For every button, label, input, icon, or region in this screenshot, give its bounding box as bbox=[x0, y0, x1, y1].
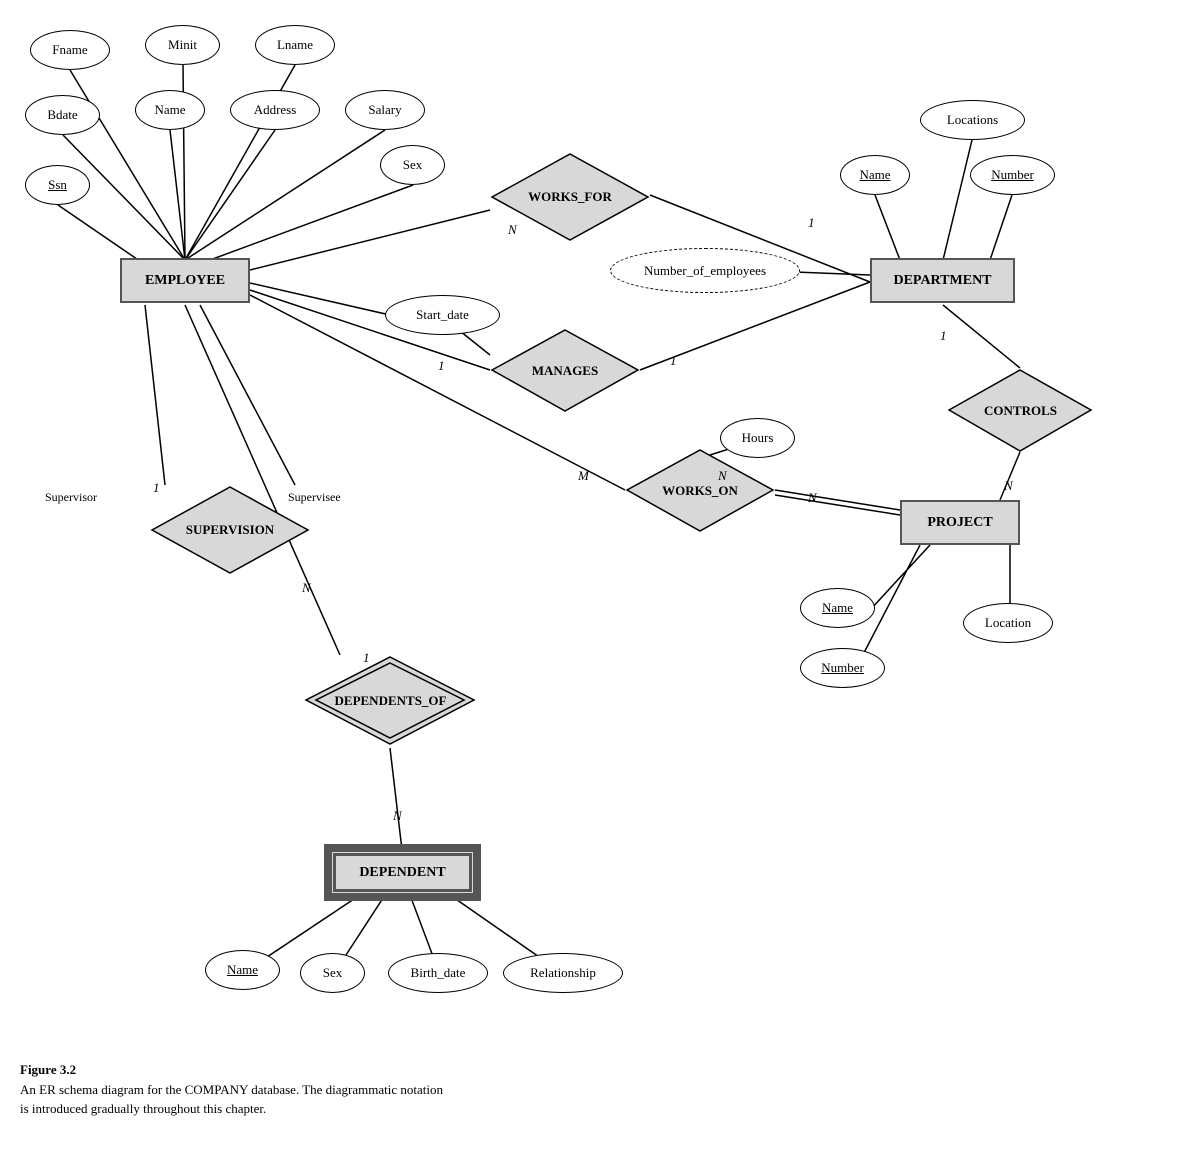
name-dep-attribute: Name bbox=[205, 950, 280, 990]
supervisee-label: Supervisee bbox=[288, 490, 341, 505]
lname-attribute: Lname bbox=[255, 25, 335, 65]
bdate-attribute: Bdate bbox=[25, 95, 100, 135]
minit-attribute: Minit bbox=[145, 25, 220, 65]
figure-label: Figure 3.2 bbox=[20, 1062, 76, 1077]
relationship-attribute: Relationship bbox=[503, 953, 623, 993]
address-attribute: Address bbox=[230, 90, 320, 130]
caption-line2: is introduced gradually throughout this … bbox=[20, 1099, 443, 1119]
controls-label: CONTROLS bbox=[984, 403, 1057, 419]
works-for-label: WORKS_FOR bbox=[528, 189, 612, 205]
project-label: PROJECT bbox=[927, 515, 992, 531]
number-dept-attribute: Number bbox=[970, 155, 1055, 195]
controls-relationship: CONTROLS bbox=[948, 368, 1093, 453]
caption-line1: An ER schema diagram for the COMPANY dat… bbox=[20, 1080, 443, 1100]
name-dept-attribute: Name bbox=[840, 155, 910, 195]
manages-label: MANAGES bbox=[532, 363, 598, 379]
hours-attribute: Hours bbox=[720, 418, 795, 458]
figure-caption: Figure 3.2 An ER schema diagram for the … bbox=[20, 1060, 443, 1080]
name-emp-attribute: Name bbox=[135, 90, 205, 130]
cardinality-1-controls: 1 bbox=[940, 328, 947, 344]
dependents-of-relationship: DEPENDENTS_OF bbox=[303, 653, 478, 748]
cardinality-n-supervision: N bbox=[302, 580, 311, 596]
cardinality-n-dependent: N bbox=[393, 808, 402, 824]
sex-emp-attribute: Sex bbox=[380, 145, 445, 185]
number-proj-attribute: Number bbox=[800, 648, 885, 688]
works-on-label: WORKS_ON bbox=[662, 483, 738, 499]
dependent-label: DEPENDENT bbox=[359, 865, 445, 881]
cardinality-1-works-for: 1 bbox=[808, 215, 815, 231]
project-entity: PROJECT bbox=[900, 500, 1020, 545]
supervisor-label: Supervisor bbox=[45, 490, 97, 505]
department-label: DEPARTMENT bbox=[893, 273, 991, 289]
supervision-relationship: SUPERVISION bbox=[150, 485, 310, 575]
locations-attribute: Locations bbox=[920, 100, 1025, 140]
fname-attribute: Fname bbox=[30, 30, 110, 70]
dependents-of-label: DEPENDENTS_OF bbox=[335, 693, 447, 709]
cardinality-m-works-on: M bbox=[578, 468, 589, 484]
cardinality-1-supervision: 1 bbox=[153, 480, 160, 496]
employee-label: EMPLOYEE bbox=[145, 273, 225, 289]
cardinality-n-controls: N bbox=[1004, 478, 1013, 494]
dependent-entity: DEPENDENT bbox=[330, 850, 475, 895]
manages-relationship: MANAGES bbox=[490, 328, 640, 413]
name-proj-attribute: Name bbox=[800, 588, 875, 628]
er-diagram: EMPLOYEE DEPARTMENT PROJECT DEPENDENT WO… bbox=[0, 0, 1201, 1100]
location-proj-attribute: Location bbox=[963, 603, 1053, 643]
supervision-label: SUPERVISION bbox=[186, 522, 274, 538]
birth-date-attribute: Birth_date bbox=[388, 953, 488, 993]
sex-dep-attribute: Sex bbox=[300, 953, 365, 993]
employee-entity: EMPLOYEE bbox=[120, 258, 250, 303]
works-on-relationship: WORKS_ON bbox=[625, 448, 775, 533]
cardinality-1-dependents-of: 1 bbox=[363, 650, 370, 666]
department-entity: DEPARTMENT bbox=[870, 258, 1015, 303]
cardinality-1-manages-right: 1 bbox=[670, 353, 677, 369]
start-date-attribute: Start_date bbox=[385, 295, 500, 335]
ssn-attribute: Ssn bbox=[25, 165, 90, 205]
cardinality-n-works-for: N bbox=[508, 222, 517, 238]
salary-attribute: Salary bbox=[345, 90, 425, 130]
cardinality-1-manages-left: 1 bbox=[438, 358, 445, 374]
cardinality-n-project: N bbox=[808, 490, 817, 506]
num-employees-attribute: Number_of_employees bbox=[610, 248, 800, 293]
